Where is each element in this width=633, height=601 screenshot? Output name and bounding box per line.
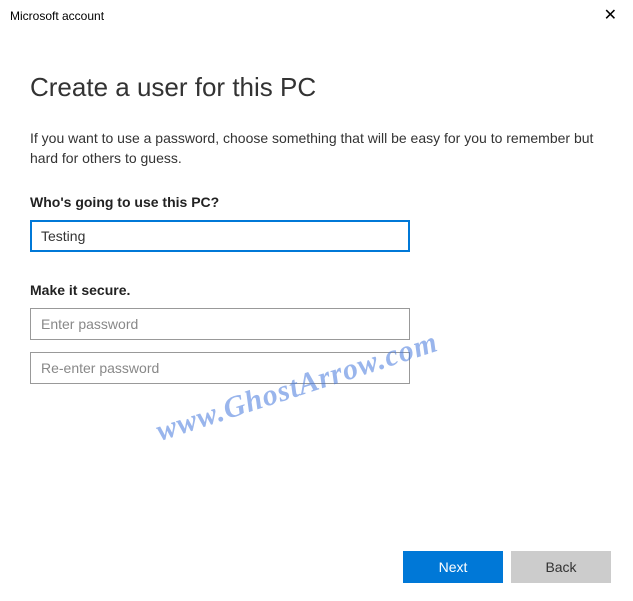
page-title: Create a user for this PC: [30, 72, 603, 103]
titlebar: Microsoft account ✕: [0, 0, 633, 32]
window-title: Microsoft account: [10, 9, 104, 23]
page-subtext: If you want to use a password, choose so…: [30, 129, 603, 168]
next-button[interactable]: Next: [403, 551, 503, 583]
content-area: Create a user for this PC If you want to…: [0, 32, 633, 396]
confirm-password-input[interactable]: [30, 352, 410, 384]
username-label: Who's going to use this PC?: [30, 194, 603, 210]
back-button[interactable]: Back: [511, 551, 611, 583]
username-input[interactable]: [30, 220, 410, 252]
secure-label: Make it secure.: [30, 282, 603, 298]
close-icon[interactable]: ✕: [598, 6, 623, 26]
password-input[interactable]: [30, 308, 410, 340]
footer-buttons: Next Back: [403, 551, 611, 583]
